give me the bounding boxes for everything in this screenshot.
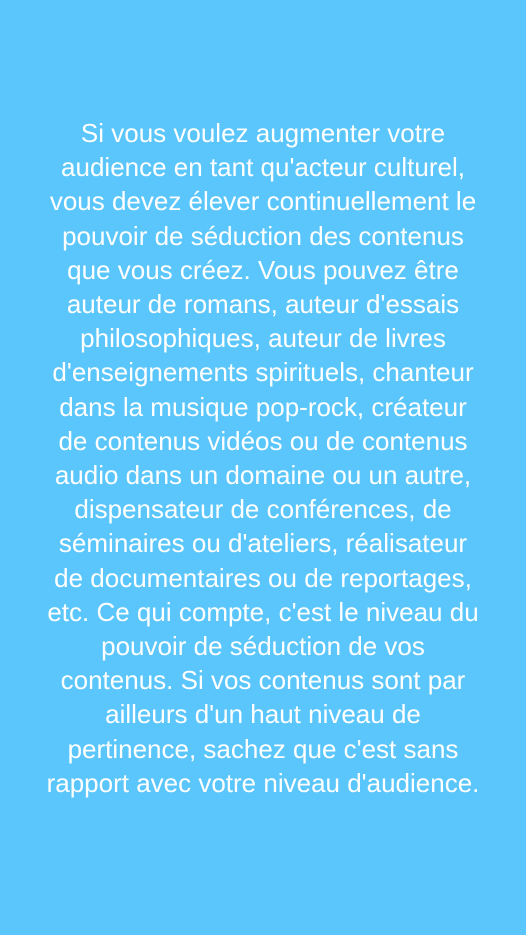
text-line: de documentaires ou de reportages, <box>54 562 472 593</box>
text-line: pouvoir de séduction de vos <box>101 631 425 662</box>
text-line: ailleurs d'un haut niveau de <box>105 699 421 730</box>
text-line: que vous créez. Vous pouvez être <box>67 254 459 285</box>
text-line: audience en tant qu'acteur culturel, <box>61 152 465 183</box>
text-line: etc. Ce qui compte, c'est le niveau du <box>47 596 479 627</box>
text-line: pertinence, sachez que c'est sans <box>67 733 459 764</box>
text-line: philosophiques, auteur de livres <box>80 323 446 354</box>
text-line: dispensateur de conférences, de <box>74 494 452 525</box>
text-line: Si vous voulez augmenter votre <box>80 118 446 148</box>
text-line: d'enseignements spirituels, chanteur <box>52 357 474 388</box>
text-line: pouvoir de séduction des contenus <box>62 220 464 251</box>
text-line: audio dans un domaine ou un autre, <box>54 460 472 491</box>
quote-text: Si vous voulez augmenter votre audience … <box>18 116 508 800</box>
text-line: rapport avec votre niveau d'audience. <box>46 767 480 798</box>
text-line: dans la musique pop-rock, créateur <box>59 391 467 422</box>
text-line: vous devez élever continuellement le <box>49 186 477 217</box>
text-line: séminaires ou d'ateliers, réalisateur <box>58 528 468 559</box>
text-line: de contenus vidéos ou de contenus <box>58 425 468 456</box>
text-line: contenus. Si vos contenus sont par <box>60 665 466 696</box>
text-line: auteur de romans, auteur d'essais <box>66 289 460 320</box>
story-page: Si vous voulez augmenter votre audience … <box>0 0 526 935</box>
